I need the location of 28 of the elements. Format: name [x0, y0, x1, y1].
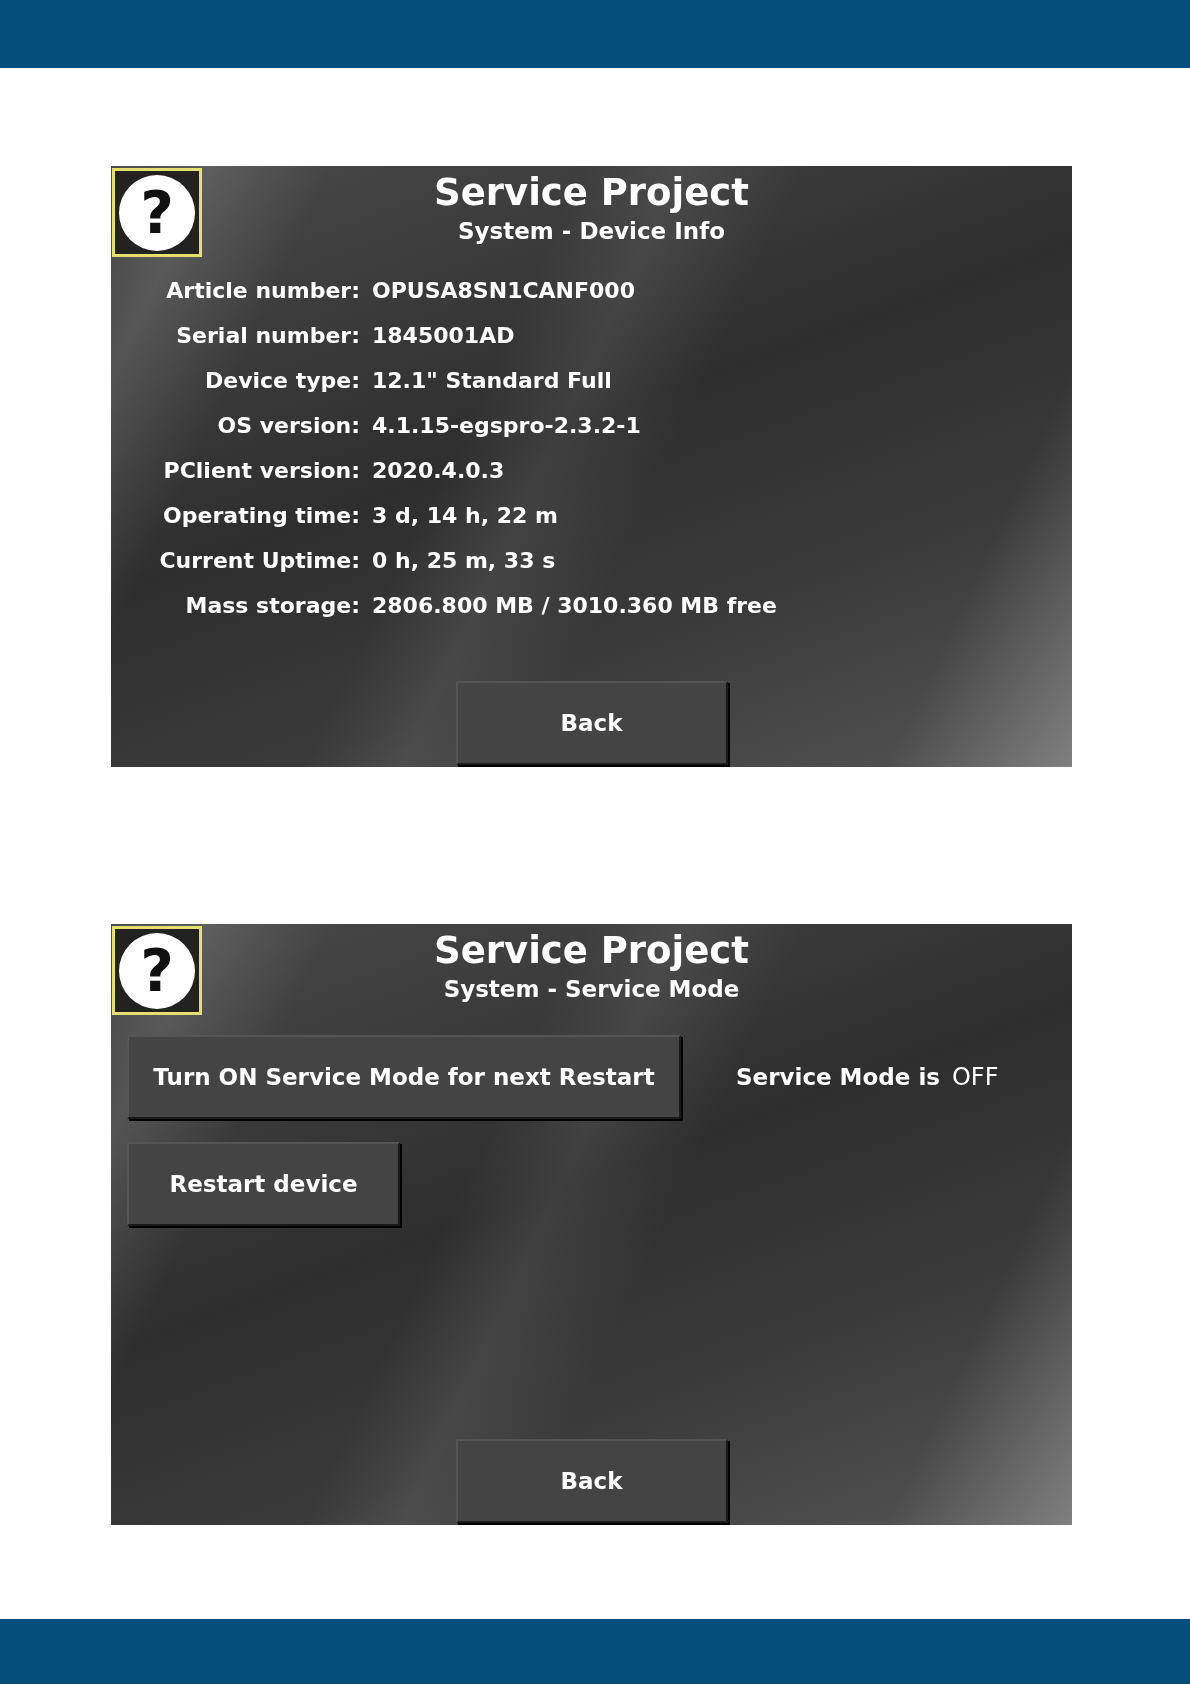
info-value: 2806.800 MB / 3010.360 MB free [372, 592, 778, 620]
screen-subtitle: System - Device Info [458, 217, 725, 246]
info-label: Current Uptime: [158, 547, 360, 575]
info-label: Serial number: [175, 322, 360, 350]
service-mode-button[interactable]: Turn ON Service Mode for next Restart [127, 1035, 681, 1119]
back-button[interactable]: Back [455, 681, 728, 765]
info-label: Device type: [204, 367, 360, 395]
screen-subtitle: System - Service Mode [443, 975, 740, 1004]
status-label: Service Mode is [736, 1064, 940, 1090]
info-value: 3 d, 14 h, 22 m [372, 502, 559, 530]
info-value: 4.1.15-egspro-2.3.2-1 [372, 412, 642, 440]
help-button[interactable]: ? [112, 926, 202, 1015]
info-value: 1845001AD [372, 322, 516, 350]
info-label: Mass storage: [184, 592, 360, 620]
help-button[interactable]: ? [112, 168, 202, 257]
info-value: 2020.4.0.3 [372, 457, 506, 485]
info-value: 12.1" Standard Full [372, 367, 613, 395]
restart-button[interactable]: Restart device [127, 1142, 400, 1226]
back-button[interactable]: Back [455, 1439, 728, 1523]
info-value: OPUSA8SN1CANF000 [372, 277, 636, 305]
screen-title: Service Project [434, 928, 749, 974]
info-label: OS version: [216, 412, 360, 440]
status-value: OFF [951, 1063, 999, 1091]
info-value: 0 h, 25 m, 33 s [372, 547, 557, 575]
info-label: Operating time: [162, 502, 360, 530]
screen-title: Service Project [434, 170, 749, 216]
info-label: Article number: [165, 277, 360, 305]
info-label: PClient version: [162, 457, 360, 485]
